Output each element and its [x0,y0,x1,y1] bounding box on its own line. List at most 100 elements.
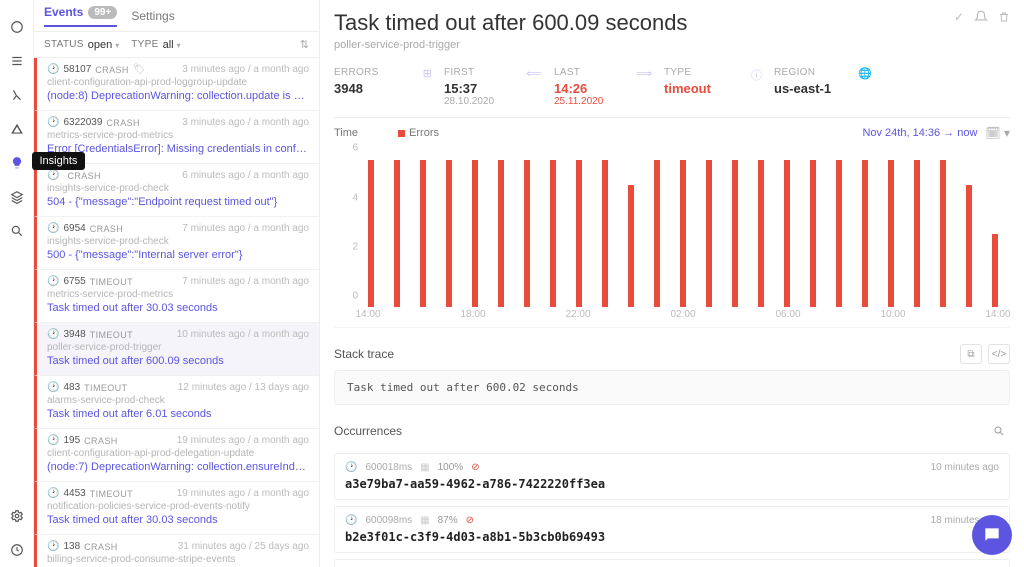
event-count: 6755 [63,276,85,287]
chart-bar [992,234,998,307]
chart-bar [420,160,426,307]
filter-type-value[interactable]: all▾ [163,39,181,51]
filter-type-label: TYPE [131,39,158,50]
event-source: notification-policies-service-prod-event… [47,501,309,512]
chart-ytick: 2 [352,241,358,252]
stack-copy-button[interactable]: ⧉ [960,344,982,364]
rail-list-icon[interactable] [8,52,26,70]
occurrence-row[interactable]: 🕑600084ms▦88%⊘↻29 minutes agob2e3f01c-c3… [334,559,1010,567]
event-type: TIMEOUT [84,383,127,393]
meta-region-icon: 🌐 [858,67,872,80]
chart-ytick: 0 [352,291,358,302]
chart-xtick: 18:00 [460,309,485,320]
event-time: 3 minutes ago / a month ago [182,117,309,128]
occurrences-search-button[interactable] [988,421,1010,441]
event-row[interactable]: 🕑138CRASH31 minutes ago / 25 days agobil… [34,535,319,567]
rail-layers-icon[interactable] [8,188,26,206]
event-row[interactable]: 🕑CRASH6 minutes ago / a month agoinsight… [34,164,319,217]
rail-settings-icon[interactable] [8,507,26,525]
stack-code-button[interactable]: </> [988,344,1010,364]
event-time: 10 minutes ago / a month ago [177,329,309,340]
memory-icon: ▦ [420,515,429,526]
event-count: 3948 [63,329,85,340]
clock-icon: 🕑 [47,64,59,75]
chart-xtick: 22:00 [565,309,590,320]
event-row[interactable]: 🕑6755TIMEOUT7 minutes ago / a month agom… [34,270,319,323]
event-list[interactable]: 🕑58107CRASH🏷3 minutes ago / a month agoc… [34,58,319,567]
occurrence-duration: 600098ms [365,515,412,526]
event-message: Task timed out after 30.03 seconds [47,302,309,314]
chart-bar [576,160,582,307]
event-source: metrics-service-prod-metrics [47,289,309,300]
meta-errors-icon: ⊞ [423,67,432,80]
memory-icon: ▦ [420,462,429,473]
event-message: Task timed out after 6.01 seconds [47,408,309,420]
chart-bar [524,160,530,307]
chart-legend-errors: Errors [398,127,439,139]
chart-bar [472,160,478,307]
chart-bar [732,160,738,307]
chart-legend-time: Time [334,127,358,139]
event-row[interactable]: 🕑58107CRASH🏷3 minutes ago / a month agoc… [34,58,319,111]
resolve-icon[interactable]: ✓ [954,10,964,24]
occurrence-time: 10 minutes ago [931,462,999,473]
meta-first-sub: 28.10.2020 [444,96,554,107]
event-message: 500 - {"message":"Internal server error"… [47,249,309,261]
rail-insights-icon[interactable]: Insights [8,154,26,172]
chart-bar [498,160,504,307]
rail-search-icon[interactable] [8,222,26,240]
tab-settings[interactable]: Settings [131,9,174,23]
occurrence-id: a3e79ba7-aa59-4962-a786-7422220ff3ea [345,477,999,491]
chart-calendar-button[interactable]: 🗓 ▾ [985,126,1010,140]
tab-events[interactable]: Events 99+ [44,5,117,27]
meta-first-value: 15:37 [444,81,554,96]
filter-status-label: STATUS [44,39,84,50]
event-type: CRASH [67,171,101,181]
clock-icon: 🕑 [345,515,357,526]
event-row[interactable]: 🕑3948TIMEOUT10 minutes ago / a month ago… [34,323,319,376]
chart-xtick: 14:00 [985,309,1010,320]
rail-tooltip: Insights [32,152,86,170]
chart-bar [836,160,842,307]
occurrence-duration: 600018ms [365,462,412,473]
event-source: client-configuration-api-prod-loggroup-u… [47,77,309,88]
errors-chart: 0246 14:0018:0022:0002:0006:0010:0014:00 [334,148,1010,328]
occurrence-row[interactable]: 🕑600018ms▦100%⊘10 minutes agoa3e79ba7-aa… [334,453,1010,500]
rail-schedule-icon[interactable] [8,541,26,559]
chart-bar [628,185,634,307]
event-time: 31 minutes ago / 25 days ago [178,541,309,552]
meta-last-icon: ⟹ [636,67,652,80]
rail-home-icon[interactable] [8,18,26,36]
chart-ytick: 4 [352,192,358,203]
chart-bar [368,160,374,307]
intercom-chat-button[interactable] [972,515,1012,555]
chart-xtick: 06:00 [775,309,800,320]
page-title: Task timed out after 600.09 seconds [334,10,687,36]
meta-region-value: us-east-1 [774,81,884,96]
meta-last-sub: 25.11.2020 [554,96,664,107]
event-row[interactable]: 🕑4453TIMEOUT19 minutes ago / a month ago… [34,482,319,535]
mute-icon[interactable] [974,10,988,24]
rail-alert-icon[interactable] [8,120,26,138]
event-row[interactable]: 🕑483TIMEOUT12 minutes ago / 13 days agoa… [34,376,319,429]
event-type: CRASH [106,118,140,128]
meta-type-icon: ⓘ [751,67,762,83]
rail-lambda-icon[interactable] [8,86,26,104]
delete-icon[interactable] [998,10,1010,24]
filter-status-value[interactable]: open▾ [88,39,120,51]
chart-bar [784,160,790,307]
event-source: alarms-service-prod-check [47,395,309,406]
chart-range-link[interactable]: Nov 24th, 14:36 → now [862,127,977,139]
clock-icon: 🕑 [47,276,59,287]
sort-button[interactable]: ⇅ [300,38,309,51]
event-source: insights-service-prod-check [47,236,309,247]
event-type: TIMEOUT [90,277,133,287]
clock-icon: 🕑 [47,435,59,446]
clock-icon: 🕑 [47,541,59,552]
error-icon: ⊘ [466,515,474,526]
stack-heading: Stack trace [334,347,394,361]
event-row[interactable]: 🕑195CRASH19 minutes ago / a month agocli… [34,429,319,482]
event-row[interactable]: 🕑6954CRASH7 minutes ago / a month agoins… [34,217,319,270]
occurrence-row[interactable]: 🕑600098ms▦87%⊘18 minutes agob2e3f01c-c3f… [334,506,1010,553]
chart-xtick: 10:00 [880,309,905,320]
